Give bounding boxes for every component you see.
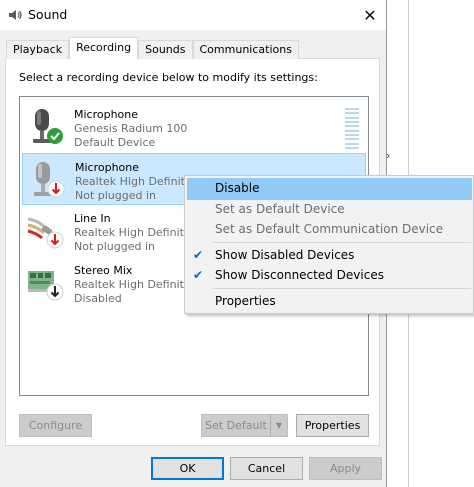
device-item-microphone-genesis[interactable]: Microphone Genesis Radium 100 Default De…: [22, 101, 366, 153]
window-title: Sound: [28, 7, 68, 22]
close-icon: ✕: [363, 5, 377, 25]
device-name: Microphone: [74, 108, 139, 121]
speaker-icon: [9, 10, 22, 20]
chevron-down-icon: ▼: [275, 421, 283, 430]
microphone-icon: [34, 162, 65, 198]
device-name: Line In: [74, 212, 111, 225]
properties-button-label: Properties: [304, 419, 361, 432]
set-default-button[interactable]: Set Default: [201, 414, 271, 437]
instruction-text: Select a recording device below to modif…: [19, 71, 318, 84]
device-description: Realtek High Definition: [74, 226, 201, 239]
close-button[interactable]: ✕: [356, 2, 384, 28]
device-description: Realtek High Definition: [75, 175, 202, 188]
device-description: Realtek High Definition: [74, 278, 201, 291]
ok-button-label: OK: [179, 462, 196, 475]
menu-item-set-default-communication-device[interactable]: Set as Default Communication Device: [187, 219, 472, 241]
tab-sounds[interactable]: Sounds: [138, 40, 193, 59]
device-name: Microphone: [75, 161, 140, 174]
title-bar[interactable]: Sound ✕: [0, 0, 386, 30]
menu-item-show-disabled-devices[interactable]: ✔ Show Disabled Devices: [187, 245, 472, 267]
configure-button-label: Configure: [28, 419, 83, 432]
device-status: Disabled: [74, 292, 122, 305]
menu-separator: [213, 288, 471, 289]
line-in-cable-icon: [27, 217, 64, 249]
checkmark-icon: ✔: [193, 248, 204, 262]
cancel-button[interactable]: Cancel: [230, 457, 303, 480]
level-meter: [345, 108, 359, 149]
tab-playback[interactable]: Playback: [6, 40, 70, 59]
device-status: Not plugged in: [74, 240, 156, 253]
menu-separator: [213, 242, 471, 243]
menu-item-set-default-device[interactable]: Set as Default Device: [187, 199, 472, 221]
default-check-badge: [47, 128, 63, 144]
chevron-right-icon: ›: [386, 149, 391, 162]
checkmark-icon: ✔: [193, 268, 204, 282]
device-name: Stereo Mix: [74, 264, 133, 277]
apply-button[interactable]: Apply: [309, 457, 382, 480]
properties-button[interactable]: Properties: [296, 414, 369, 437]
tab-communications[interactable]: Communications: [192, 40, 299, 59]
menu-item-label: Show Disconnected Devices: [215, 268, 384, 282]
menu-item-disable[interactable]: Disable: [187, 178, 472, 200]
apply-button-label: Apply: [329, 462, 362, 475]
menu-item-label: Show Disabled Devices: [215, 248, 355, 262]
sound-card-icon: [28, 271, 64, 301]
cancel-button-label: Cancel: [247, 462, 286, 475]
menu-item-properties[interactable]: Properties: [187, 291, 472, 313]
configure-button[interactable]: Configure: [19, 414, 92, 437]
device-status: Default Device: [74, 136, 156, 149]
tab-bar: Playback Recording Sounds Communications: [6, 37, 299, 59]
microphone-icon: [33, 109, 63, 144]
set-default-button-label: Set Default: [205, 419, 267, 432]
menu-item-show-disconnected-devices[interactable]: ✔ Show Disconnected Devices: [187, 265, 472, 287]
ok-button[interactable]: OK: [151, 457, 224, 480]
device-context-menu: Disable Set as Default Device Set as Def…: [184, 175, 474, 314]
tab-recording[interactable]: Recording: [69, 37, 139, 59]
device-status: Not plugged in: [75, 189, 157, 202]
device-description: Genesis Radium 100: [74, 122, 188, 135]
set-default-dropdown-arrow[interactable]: ▼: [270, 414, 288, 437]
